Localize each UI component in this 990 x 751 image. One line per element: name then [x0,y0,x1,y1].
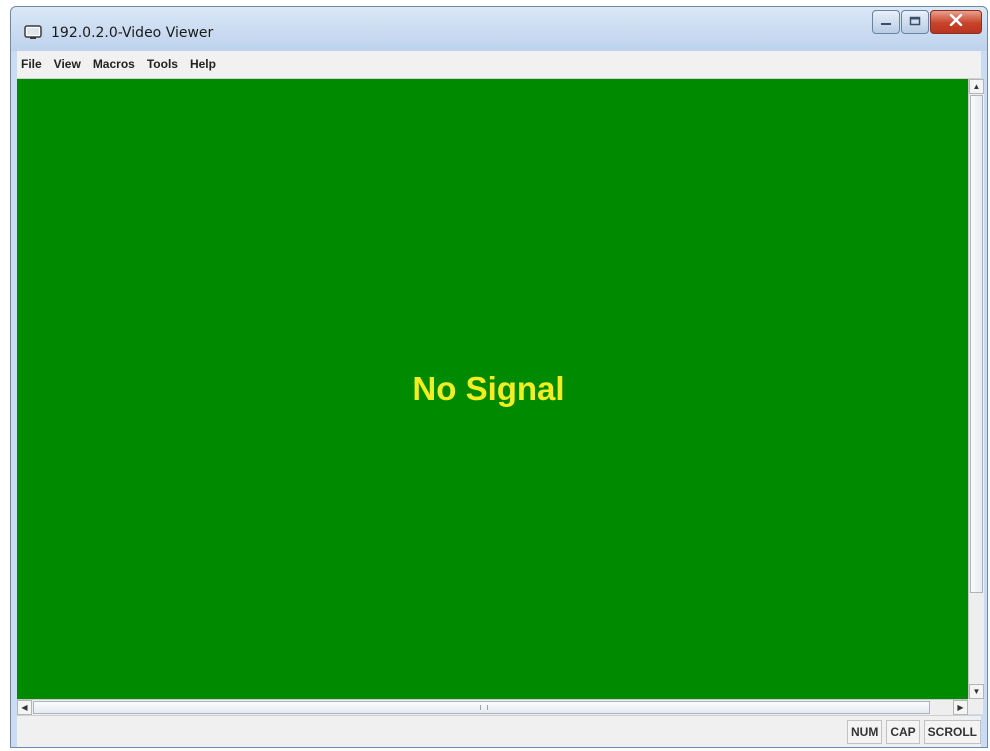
scroll-right-button[interactable]: ▶ [953,700,968,715]
menu-macros[interactable]: Macros [87,51,141,78]
close-button[interactable] [930,10,982,34]
window-title: 192.0.2.0-Video Viewer [51,25,214,41]
arrow-left-icon: ◀ [21,702,28,712]
scrollbar-corner [968,699,983,714]
menu-view[interactable]: View [48,51,87,78]
scroll-left-button[interactable]: ◀ [17,700,32,715]
video-viewer-window: 192.0.2.0-Video Viewer File View Macros [10,6,988,748]
vertical-scrollbar[interactable]: ▲ ▼ [968,79,984,699]
scroll-grip-icon [480,705,488,710]
minimize-button[interactable] [872,10,900,34]
num-lock-indicator: NUM [846,720,883,744]
video-viewport[interactable]: No Signal [17,79,968,699]
maximize-icon [909,13,921,31]
horizontal-scrollbar[interactable]: ◀ ▶ [17,699,968,715]
scroll-up-button[interactable]: ▲ [969,79,984,94]
scroll-down-button[interactable]: ▼ [969,684,984,699]
keyboard-indicators: NUM CAP SCROLL [843,720,981,744]
window-controls [872,10,983,36]
title-bar[interactable]: 192.0.2.0-Video Viewer [11,7,987,51]
caps-lock-indicator: CAP [886,720,920,744]
status-bar: NUM CAP SCROLL [17,715,981,747]
no-signal-message: No Signal [412,369,565,407]
maximize-button[interactable] [901,10,929,34]
arrow-down-icon: ▼ [972,686,981,696]
arrow-right-icon: ▶ [957,702,964,712]
menu-help[interactable]: Help [184,51,222,78]
scroll-lock-indicator: SCROLL [923,720,981,744]
menu-file[interactable]: File [17,51,48,78]
arrow-up-icon: ▲ [972,81,981,91]
vertical-scroll-thumb[interactable] [970,95,983,593]
horizontal-scroll-thumb[interactable] [33,701,930,714]
close-icon [949,13,963,31]
minimize-icon [880,13,892,31]
monitor-icon[interactable] [24,25,42,40]
menu-bar: File View Macros Tools Help [17,51,981,79]
menu-tools[interactable]: Tools [141,51,184,78]
